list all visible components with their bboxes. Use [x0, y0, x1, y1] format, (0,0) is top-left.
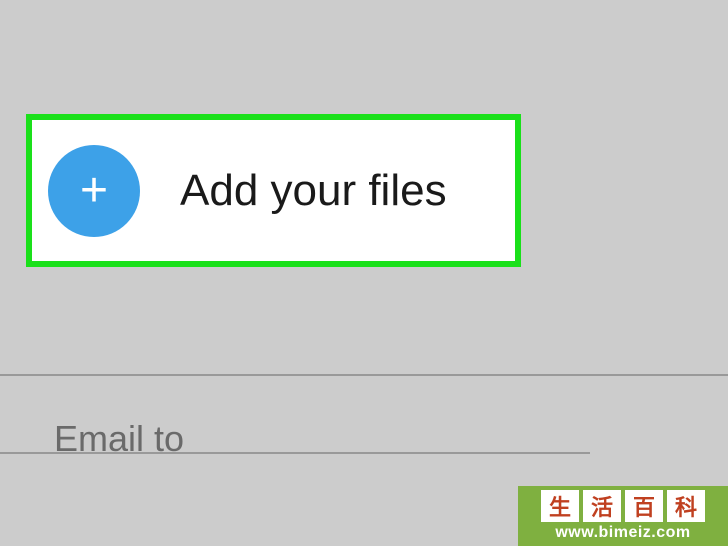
- input-underline: [0, 452, 590, 454]
- add-files-label: Add your files: [180, 166, 447, 216]
- email-to-section: Email to: [0, 374, 728, 486]
- watermark-char: 科: [667, 490, 705, 522]
- watermark-char: 百: [625, 490, 663, 522]
- watermark-char: 活: [583, 490, 621, 522]
- plus-icon: +: [48, 145, 140, 237]
- add-files-button[interactable]: + Add your files: [26, 114, 521, 267]
- watermark-char: 生: [541, 490, 579, 522]
- plus-glyph: +: [80, 167, 108, 215]
- watermark-badge: 生 活 百 科 www.bimeiz.com: [518, 486, 728, 546]
- watermark-url: www.bimeiz.com: [555, 524, 690, 542]
- watermark-title: 生 活 百 科: [541, 490, 705, 522]
